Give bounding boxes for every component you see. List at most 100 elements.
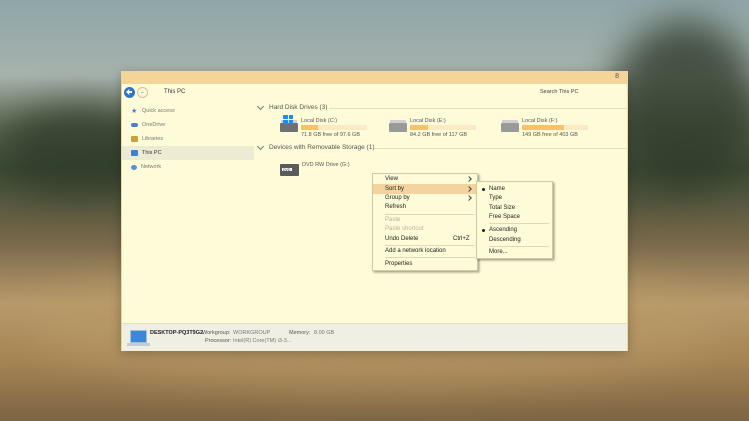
memory-label: Memory: bbox=[289, 330, 311, 336]
drive-free-space: 84.2 GB free of 117 GB bbox=[410, 132, 468, 138]
submenu-item-ascending[interactable]: Ascending bbox=[477, 225, 552, 235]
menu-item-label: Free Space bbox=[489, 214, 521, 220]
menu-item-label: Add a network location bbox=[385, 248, 446, 254]
computer-name: DESKTOP-PQ3T9G2 bbox=[150, 330, 204, 336]
drive-usage-bar bbox=[301, 125, 367, 130]
drive-name: Local Disk (E:) bbox=[410, 118, 446, 124]
sidebar-item-label: Network bbox=[141, 164, 162, 170]
drive-name: Local Disk (F:) bbox=[522, 118, 558, 124]
menu-item-label: Paste bbox=[385, 217, 401, 223]
network-icon bbox=[131, 164, 137, 170]
forward-button[interactable] bbox=[137, 87, 148, 98]
chevron-right-icon bbox=[466, 195, 472, 201]
menu-item-label: Paste shortcut bbox=[385, 226, 424, 232]
menu-item-label: More... bbox=[489, 249, 508, 255]
menu-item-label: Name bbox=[489, 186, 506, 192]
sidebar-item-libraries[interactable]: Libraries bbox=[122, 132, 254, 146]
windows-logo-icon bbox=[283, 115, 293, 124]
sidebar-item-label: Quick access bbox=[142, 108, 175, 114]
group-divider bbox=[374, 148, 627, 149]
workgroup-label: Workgroup: bbox=[202, 330, 231, 336]
dvd-label: DVD bbox=[283, 167, 291, 172]
menu-separator bbox=[385, 257, 475, 258]
library-icon bbox=[131, 136, 138, 142]
menu-item-label: Properties bbox=[385, 261, 413, 267]
submenu-item-descending[interactable]: Descending bbox=[477, 235, 552, 245]
submenu-item-more[interactable]: More... bbox=[477, 247, 552, 257]
drive-item[interactable]: Local Disk (C:) 71.8 GB free of 97.6 GB bbox=[280, 115, 385, 140]
menu-item-paste-shortcut[interactable]: Paste shortcut bbox=[373, 224, 477, 234]
sidebar-item-onedrive[interactable]: OneDrive bbox=[122, 118, 254, 132]
menu-item-label: View bbox=[385, 176, 398, 182]
group-divider bbox=[329, 108, 627, 109]
system-drive-icon bbox=[280, 115, 298, 132]
address-bar[interactable]: This PC bbox=[164, 89, 185, 95]
drive-name: Local Disk (C:) bbox=[301, 118, 338, 124]
drive-item[interactable]: Local Disk (F:) 149 GB free of 403 GB bbox=[501, 118, 606, 140]
chevron-right-icon bbox=[466, 176, 472, 182]
workgroup-value: WORKGROUP bbox=[233, 330, 271, 336]
sidebar-item-this-pc[interactable]: This PC bbox=[122, 146, 254, 160]
drive-usage-bar bbox=[522, 125, 588, 130]
navigation-bar: This PC Search This PC bbox=[122, 84, 627, 102]
sidebar-item-label: Libraries bbox=[142, 136, 164, 142]
radio-selected-icon bbox=[482, 187, 485, 191]
context-menu: View Sort by Group by Refresh Paste Past… bbox=[372, 173, 478, 271]
menu-item-view[interactable]: View bbox=[373, 174, 477, 184]
group-title: Devices with Removable Storage (1) bbox=[269, 144, 375, 151]
details-pane: DESKTOP-PQ3T9G2 Workgroup: WORKGROUP Mem… bbox=[122, 323, 627, 351]
sidebar-item-quick-access[interactable]: ★ Quick access bbox=[122, 104, 254, 118]
drive-free-space: 71.8 GB free of 97.6 GB bbox=[301, 132, 361, 138]
back-button[interactable] bbox=[124, 87, 135, 98]
group-header-removable[interactable]: Devices with Removable Storage (1) bbox=[256, 142, 375, 151]
drive-usage-fill bbox=[410, 125, 429, 130]
sort-by-submenu: Name Type Total Size Free Space Ascendin… bbox=[476, 181, 553, 259]
menu-item-label: Descending bbox=[489, 237, 521, 243]
cloud-icon bbox=[131, 123, 138, 127]
hard-drive-icon bbox=[389, 120, 407, 132]
menu-item-label: Undo Delete bbox=[385, 236, 419, 242]
processor-value: Intel(R) Core(TM) i3-3... bbox=[233, 338, 292, 344]
menu-item-label: Total Size bbox=[489, 205, 516, 211]
menu-item-label: Refresh bbox=[385, 204, 407, 210]
menu-separator bbox=[489, 223, 549, 224]
submenu-item-free-space[interactable]: Free Space bbox=[477, 212, 552, 222]
drive-name: DVD RW Drive (G:) bbox=[302, 162, 350, 168]
title-bar[interactable]: 8 bbox=[122, 72, 627, 84]
drive-item[interactable]: Local Disk (E:) 84.2 GB free of 117 GB bbox=[389, 118, 494, 140]
chevron-down-icon bbox=[256, 102, 265, 111]
menu-item-label: Ascending bbox=[489, 227, 518, 233]
star-icon: ★ bbox=[131, 108, 138, 115]
hard-drive-icon bbox=[501, 120, 519, 132]
navigation-pane: ★ Quick access OneDrive Libraries This P… bbox=[122, 104, 254, 174]
dvd-drive-icon: DVD bbox=[280, 164, 299, 176]
sidebar-item-label: OneDrive bbox=[142, 122, 166, 128]
menu-item-add-network-location[interactable]: Add a network location bbox=[373, 246, 477, 256]
search-box[interactable]: Search This PC bbox=[540, 89, 578, 95]
dvd-drive-item[interactable]: DVD DVD RW Drive (G:) bbox=[280, 162, 385, 184]
window-control[interactable]: 8 bbox=[615, 73, 619, 80]
sidebar-item-network[interactable]: Network bbox=[122, 160, 254, 174]
processor-label: Processor: bbox=[205, 338, 232, 344]
menu-item-refresh[interactable]: Refresh bbox=[373, 202, 477, 212]
group-title: Hard Disk Drives (3) bbox=[269, 104, 328, 111]
memory-value: 8.00 GB bbox=[314, 330, 335, 336]
background-blur bbox=[610, 20, 749, 190]
computer-icon bbox=[127, 330, 150, 346]
chevron-right-icon bbox=[466, 186, 472, 192]
menu-item-label: Sort by bbox=[385, 186, 405, 192]
menu-item-label: Type bbox=[489, 195, 503, 201]
menu-shortcut: Ctrl+Z bbox=[453, 236, 470, 242]
computer-icon bbox=[131, 150, 138, 156]
drive-usage-fill bbox=[301, 125, 319, 130]
radio-selected-icon bbox=[482, 228, 485, 232]
submenu-item-type[interactable]: Type bbox=[477, 193, 552, 203]
menu-item-label: Group by bbox=[385, 195, 410, 201]
group-header-hard-disks[interactable]: Hard Disk Drives (3) bbox=[256, 102, 328, 111]
drive-usage-fill bbox=[522, 125, 564, 130]
drive-free-space: 149 GB free of 403 GB bbox=[522, 132, 578, 138]
sidebar-item-label: This PC bbox=[142, 150, 162, 156]
menu-item-undo-delete[interactable]: Undo Delete Ctrl+Z bbox=[373, 234, 477, 244]
menu-item-properties[interactable]: Properties bbox=[373, 259, 477, 269]
chevron-down-icon bbox=[256, 142, 265, 151]
